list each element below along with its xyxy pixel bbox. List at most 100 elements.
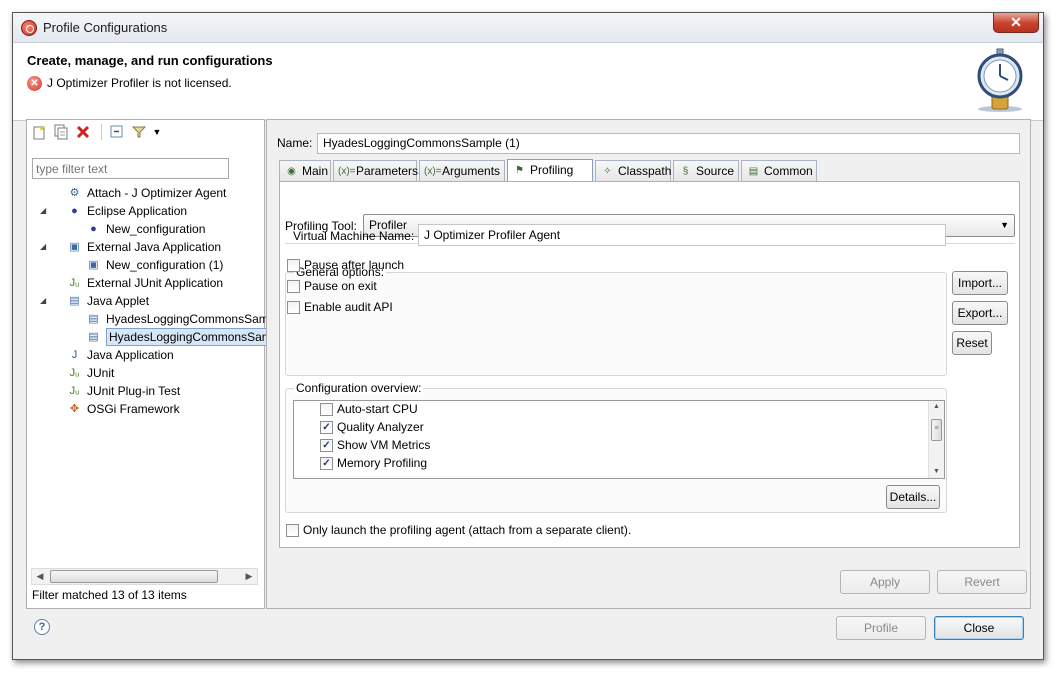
revert-button[interactable]: Revert [937,570,1027,594]
scrollbar-thumb[interactable] [50,570,218,583]
tab-arguments[interactable]: (x)= Arguments [419,160,505,181]
tab-source[interactable]: § Source [673,160,739,181]
tab-parameters[interactable]: (x)= Parameters [333,160,419,181]
junit-icon: Jᵤ [69,277,80,289]
window-close-button[interactable]: ✕ [993,13,1039,33]
overview-list-scrollbar[interactable]: ▲ ≡ ▼ [928,401,944,478]
tree-item[interactable]: J Java Application [41,346,260,364]
import-button[interactable]: Import... [952,271,1008,295]
reset-button[interactable]: Reset [952,331,992,355]
external-java-icon: ▣ [88,259,99,271]
details-button[interactable]: Details... [886,485,940,509]
configuration-editor: Name: HyadesLoggingCommonsSample (1) ◉ Ma… [266,119,1031,609]
applet-icon: ▤ [88,331,99,343]
tree-item-label: New_configuration (1) [106,258,224,272]
filter-input[interactable] [32,158,229,179]
checkbox-box[interactable] [320,403,333,416]
checkbox-box[interactable] [287,301,300,314]
java-app-icon: J [71,349,78,361]
main-tab-icon: ◉ [287,166,296,177]
tab-main[interactable]: ◉ Main [279,160,331,181]
common-icon: ▤ [748,166,759,177]
tree-item-label: OSGi Framework [87,402,180,416]
tab-bar: ◉ Main (x)= Parameters (x)= Arguments ⚑ Profili… [279,159,1020,182]
tree-item-label: Attach - J Optimizer Agent [87,186,227,200]
name-field[interactable]: HyadesLoggingCommonsSample (1) [317,133,1020,154]
checkbox-box[interactable]: ✓ [320,421,333,434]
tree-item[interactable]: Jᵤ External JUnit Application [41,274,260,292]
eclipse-icon: ● [90,223,97,235]
tree-item-label: JUnit [87,366,115,380]
junit-plugin-icon: Jᵤ [69,385,80,397]
arguments-icon: (x)= [424,166,442,177]
tab-label: Profiling [530,163,574,177]
collapse-all-icon[interactable] [109,124,125,140]
configuration-overview-group: Configuration overview: Auto-start CPU ✓ Q… [285,381,947,513]
tree-item[interactable]: Jᵤ JUnit Plug-in Test [41,382,260,400]
expand-toggle-icon[interactable]: ◢ [40,238,50,256]
checkbox-box[interactable]: ✓ [320,457,333,470]
close-button[interactable]: Close [934,616,1024,640]
overview-item-label: Auto-start CPU [337,402,418,416]
profile-button[interactable]: Profile [836,616,926,640]
scroll-right-icon[interactable]: ▶ [241,569,257,584]
scroll-up-icon[interactable]: ▲ [929,401,944,413]
attach-icon: ⚙ [69,187,80,199]
tree-item[interactable]: ✥ OSGi Framework [41,400,260,418]
checkbox-label: Pause after launch [304,258,405,272]
tree-item[interactable]: ▤ HyadesLoggingCommonsSamp [41,310,275,328]
general-options-group: General options: [285,265,947,376]
new-configuration-icon[interactable] [31,124,47,140]
tab-label: Classpath [618,164,672,178]
tree-item[interactable]: Jᵤ JUnit [41,364,260,382]
checkbox-label: Enable audit API [304,300,393,314]
export-button[interactable]: Export... [952,301,1008,325]
profile-configurations-dialog: Profile Configurations ✕ Create, manage,… [12,12,1044,660]
filter-status: Filter matched 13 of 13 items [32,588,187,602]
scroll-down-icon[interactable]: ▼ [929,466,944,478]
title-bar[interactable]: Profile Configurations ✕ [13,13,1043,43]
vm-name-field[interactable]: J Optimizer Profiler Agent [418,224,946,246]
view-menu-icon[interactable]: ▼ [149,124,165,140]
tab-profiling[interactable]: ⚑ Profiling [507,159,593,182]
help-icon[interactable]: ? [34,619,50,635]
filter-icon[interactable] [131,124,147,140]
external-java-icon: ▣ [69,241,80,253]
expand-toggle-icon[interactable]: ◢ [40,292,50,310]
name-label: Name: [277,136,313,150]
checkbox-box[interactable] [286,524,299,537]
chevron-down-icon: ▼ [1000,220,1009,230]
tree-item-label: HyadesLoggingCommonsSamp [106,312,276,326]
tree-item[interactable]: ▣ New_configuration (1) [41,256,260,274]
overview-item-label: Show VM Metrics [337,438,431,452]
tree-item[interactable]: ⚙ Attach - J Optimizer Agent [41,184,260,202]
tree-item[interactable]: ◢ ▣ External Java Application [40,238,260,256]
checkbox-box[interactable]: ✓ [320,439,333,452]
tree-item[interactable]: ◢ ▤ Java Applet [40,292,260,310]
tree-item-label: External JUnit Application [87,276,224,290]
apply-button[interactable]: Apply [840,570,930,594]
window-title: Profile Configurations [43,20,168,35]
tree-item-label: HyadesLoggingCommonsSamp [106,328,282,346]
expand-toggle-icon[interactable]: ◢ [40,202,50,220]
junit-icon: Jᵤ [69,367,80,379]
tree-item[interactable]: ▤ HyadesLoggingCommonsSamp [41,328,282,346]
tab-label: Parameters [356,164,419,178]
tree-horizontal-scrollbar[interactable]: ◀ ▶ [31,568,258,585]
scroll-left-icon[interactable]: ◀ [32,569,48,584]
tree-item[interactable]: ◢ ● Eclipse Application [40,202,260,220]
tab-common[interactable]: ▤ Common [741,160,817,181]
profiling-tab-panel: Profiling Tool: Profiler ▼ General optio… [279,181,1020,548]
tab-label: Source [696,164,735,178]
checkbox-box[interactable] [287,280,300,293]
delete-icon[interactable] [75,124,91,140]
tab-label: Common [764,164,813,178]
only-launch-agent-label: Only launch the profiling agent (attach … [303,523,632,537]
checkbox-box[interactable] [287,259,300,272]
duplicate-icon[interactable] [53,124,69,140]
tab-classpath[interactable]: ✧ Classpath [595,160,671,181]
overview-list[interactable]: Auto-start CPU ✓ Quality Analyzer ✓ Show VM … [293,400,945,479]
tab-label: Main [302,164,329,178]
tree-item[interactable]: ● New_configuration [41,220,260,238]
scrollbar-thumb[interactable]: ≡ [931,419,942,441]
